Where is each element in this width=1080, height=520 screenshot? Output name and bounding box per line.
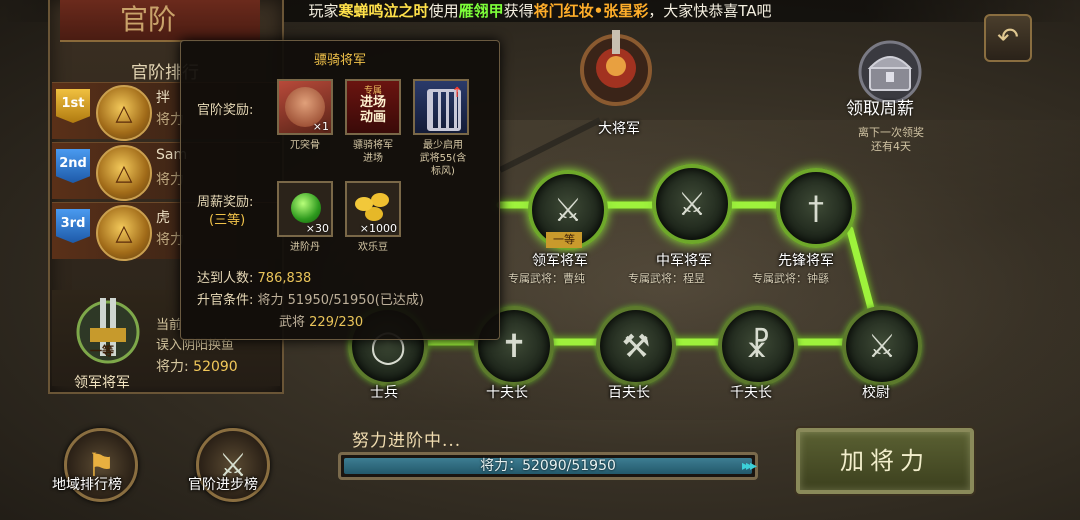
reward-label: 官阶奖励: [197,103,254,118]
rank-node-centurion[interactable]: ⚒ [596,306,676,386]
halberd-icon: ☧ [745,327,771,365]
node-label-squad-leader: 十夫长 [486,385,528,401]
add-power-button[interactable]: 加将力 [796,428,974,494]
power-progress-text: 将力：52090/51950 [480,458,616,474]
progress-arrows-icon: ▸▸▸ [742,458,757,474]
rank-node-colonel[interactable]: ⚔ [842,306,922,386]
rank-detail-tooltip: 骠骑将军 官阶奖励: ×1 兀突骨 专属 进场 动画 骠骑将军 进场 ↑ 最少启… [180,40,500,340]
sword-icon: † [808,189,824,227]
node-label-centurion: 百夫长 [608,385,650,401]
reached-value: 786,838 [257,271,312,286]
progress-title: 努力进阶中... [352,431,462,451]
collect-salary-button[interactable]: 领取周薪 [846,94,914,119]
node-label-central-general: 中军将军 [656,253,712,269]
node-label-soldier: 士兵 [370,385,398,401]
back-button[interactable]: ↶ [984,14,1032,62]
node-label-chiliarch: 千夫长 [730,385,772,401]
crossed-swords-icon: ⚔ [677,185,707,223]
node-exclusive-general: 专属武将：曹纯 [508,272,585,285]
node-label-grand-general: 大将军 [598,121,640,137]
node-label-leader-general: 领军将军 [532,253,588,269]
salary-countdown-line2: 还有4天 [871,140,911,153]
reached-count: 达到人数: 786,838 [197,267,311,286]
reward-caption: 骠骑将军 进场 [353,140,393,164]
rank-node-vanguard-general[interactable]: † [776,168,856,248]
reward-caption: 进阶丹 [290,242,320,253]
reward-caption: 欢乐豆 [358,242,388,253]
rank-grade-badge: 一等 [546,232,582,248]
red-arrow-icon: ↑ [451,85,463,101]
condition-label: 升官条件: [197,293,254,308]
green-pill-icon [291,193,321,223]
reward-item-general-slot[interactable]: ↑ [413,79,469,135]
node-exclusive-general: 专属武将：钟繇 [752,272,829,285]
condition-power: 将力 51950/51950(已达成) [257,293,424,308]
reached-label: 达到人数: [197,271,254,286]
reward-qty: ×1000 [359,222,397,235]
power-progress-bar: 将力：52090/51950 [338,452,758,480]
rank-node-central-general[interactable]: ⚔ [652,164,732,244]
node-exclusive-general: 专属武将：程昱 [628,272,705,285]
broadsword-icon: ⚔ [867,327,897,365]
salary-reward-label: 周薪奖励: [197,195,254,210]
condition-general-label: 武将 [279,315,306,330]
promotion-condition: 升官条件: 将力 51950/51950(已达成) [197,289,424,308]
reward-item-warrior[interactable]: ×1 [277,79,333,135]
reward-qty: ×1 [312,120,329,133]
pickaxe-icon: ⚒ [621,327,651,365]
node-label-vanguard-general: 先锋将军 [778,253,834,269]
salary-item-pill[interactable]: ×30 [277,181,333,237]
node-label-colonel: 校尉 [862,385,890,401]
reward-qty: ×30 [305,222,329,235]
condition-general: 武将 229/230 [279,311,363,330]
rank-node-chiliarch[interactable]: ☧ [718,306,798,386]
grand-general-crest-icon[interactable] [576,28,656,114]
tooltip-title: 骠骑将军 [313,53,366,68]
reward-item-entrance[interactable]: 专属 进场 动画 [345,79,401,135]
reward-caption: 兀突骨 [290,140,320,151]
undo-arrow-icon: ↶ [997,23,1019,53]
reward-caption: 最少启用 武将55(含 标风) [419,140,467,177]
rank-path-locked [498,117,602,173]
salary-grade: (三等) [209,213,246,228]
entrance-animation-icon: 进场 动画 [359,95,386,125]
condition-general-value: 229/230 [309,315,364,330]
salary-item-beans[interactable]: ×1000 [345,181,401,237]
gold-beans-icon [355,197,373,211]
